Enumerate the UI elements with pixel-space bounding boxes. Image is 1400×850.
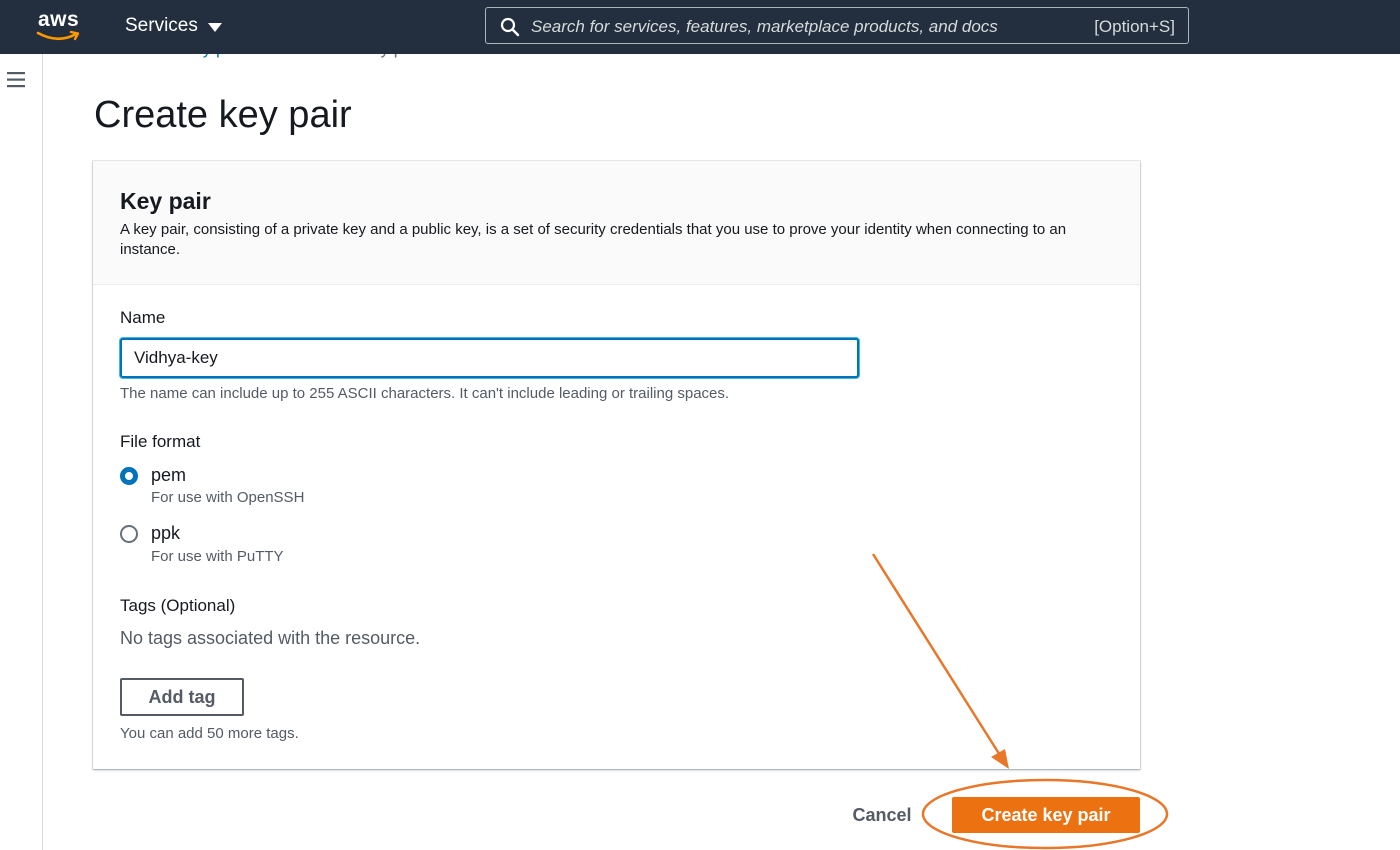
search-icon: [500, 17, 520, 37]
cancel-button[interactable]: Cancel: [840, 800, 924, 830]
name-constraint-hint: The name can include up to 255 ASCII cha…: [120, 385, 730, 402]
key-pair-name-input[interactable]: [120, 338, 859, 378]
radio-ppk[interactable]: [120, 525, 138, 543]
name-label: Name: [120, 308, 166, 327]
aws-logo-text: aws: [38, 8, 80, 31]
search-shortcut-hint: [Option+S]: [1094, 17, 1175, 36]
radio-ppk-label[interactable]: ppk: [151, 523, 180, 544]
caret-down-icon: [207, 22, 222, 32]
services-label: Services: [125, 15, 198, 36]
search-placeholder: Search for services, features, marketpla…: [531, 17, 998, 36]
key-pair-container: Key pair A key pair, consisting of a pri…: [93, 161, 1140, 769]
container-header: Key pair A key pair, consisting of a pri…: [93, 161, 1140, 285]
radio-pem-label[interactable]: pem: [151, 465, 186, 486]
radio-pem[interactable]: [120, 467, 138, 485]
hamburger-menu-icon[interactable]: [7, 71, 27, 89]
container-title: Key pair: [120, 188, 211, 214]
radio-pem-description: For use with OpenSSH: [151, 489, 305, 506]
aws-smile-icon: [36, 30, 80, 41]
container-description: A key pair, consisting of a private key …: [120, 221, 1067, 258]
services-menu-button[interactable]: Services: [125, 15, 222, 37]
create-key-pair-button[interactable]: Create key pair: [952, 797, 1140, 833]
page-title: Create key pair: [94, 94, 352, 136]
global-search-input[interactable]: Search for services, features, marketpla…: [485, 7, 1189, 44]
radio-ppk-description: For use with PuTTY: [151, 548, 284, 565]
aws-logo-overlay[interactable]: aws: [36, 8, 84, 42]
file-format-label: File format: [120, 432, 201, 451]
tags-label: Tags (Optional): [120, 596, 236, 615]
tags-remaining-hint: You can add 50 more tags.: [120, 725, 299, 742]
no-tags-message: No tags associated with the resource.: [120, 628, 421, 648]
side-navigation-collapsed: [0, 54, 43, 850]
add-tag-button[interactable]: Add tag: [120, 678, 244, 716]
